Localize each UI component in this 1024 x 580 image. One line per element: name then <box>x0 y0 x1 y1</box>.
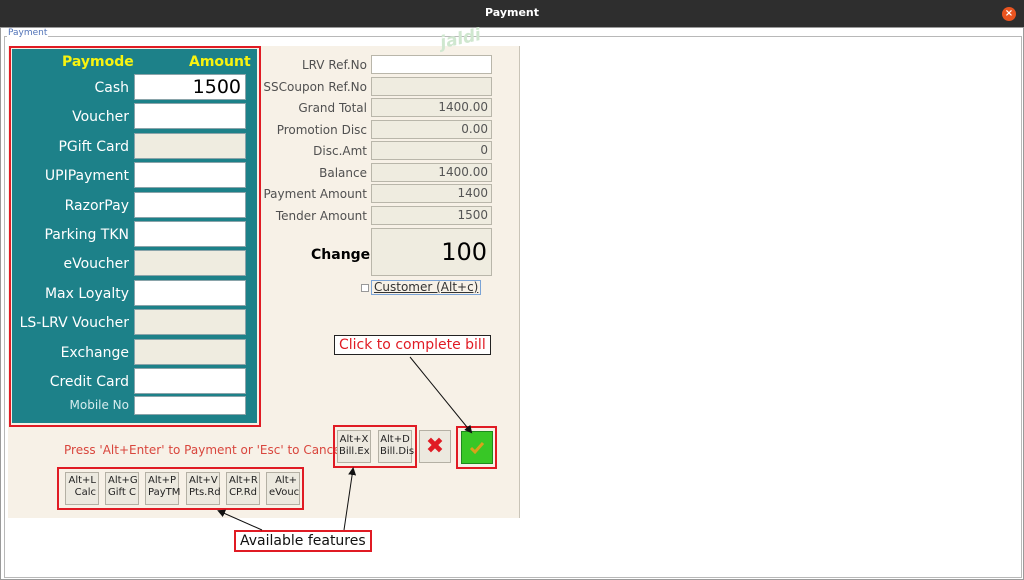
summary-label: LRV Ref.No <box>301 58 367 72</box>
features-highlight <box>57 467 304 510</box>
summary-value: 1500 <box>371 206 492 225</box>
summary-label: Tender Amount <box>275 209 367 223</box>
complete-highlight <box>456 426 497 469</box>
summary-value <box>371 77 492 96</box>
change-value: 100 <box>371 228 492 276</box>
group-label: Payment <box>7 28 49 38</box>
summary-value: 1400 <box>371 184 492 203</box>
side-keys-highlight <box>333 425 417 468</box>
summary-value[interactable] <box>371 55 492 74</box>
close-icon[interactable]: × <box>1002 7 1016 21</box>
summary-label: Balance <box>319 166 367 180</box>
customer-label[interactable]: Customer (Alt+c) <box>371 280 482 295</box>
complete-bill-callout: Click to complete bill <box>334 335 491 355</box>
window-title: Payment <box>484 6 540 19</box>
summary-label: Disc.Amt <box>313 144 367 158</box>
features-callout: Available features <box>234 530 372 552</box>
summary-value: 1400.00 <box>371 163 492 182</box>
cancel-button[interactable]: ✖ <box>419 430 451 463</box>
summary-value: 0.00 <box>371 120 492 139</box>
summary-label: Grand Total <box>298 101 367 115</box>
summary-label: Payment Amount <box>263 187 367 201</box>
summary-label: Promotion Disc <box>276 123 367 137</box>
customer-text: Customer (Alt+c) <box>374 280 479 294</box>
keyboard-hint: Press 'Alt+Enter' to Payment or 'Esc' to… <box>64 443 344 457</box>
customer-checkbox[interactable] <box>361 284 369 292</box>
paymode-highlight <box>9 46 261 427</box>
change-label: Change <box>311 247 371 263</box>
summary-label: SSCoupon Ref.No <box>263 80 367 94</box>
window-titlebar: Payment × <box>0 0 1024 27</box>
summary-value: 1400.00 <box>371 98 492 117</box>
summary-value: 0 <box>371 141 492 160</box>
